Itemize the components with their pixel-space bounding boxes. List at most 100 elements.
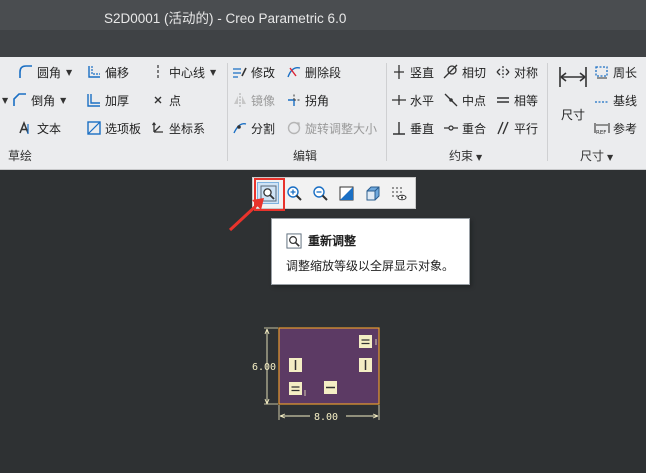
centerline-button[interactable]: 中心线 ▼ <box>150 62 216 82</box>
zoom-in-icon <box>286 185 302 201</box>
rotate-resize-button[interactable]: 旋转调整大小 <box>286 118 377 138</box>
dimension-dropdown-icon: ▼ <box>607 153 614 162</box>
height-dimension-text: 6.00 <box>252 362 276 373</box>
perimeter-icon <box>594 64 610 80</box>
dimension-group-label-text: 尺寸 <box>580 149 605 163</box>
midpoint-constraint-button[interactable]: 中点 <box>443 90 486 110</box>
vertical-constraint-symbol-left[interactable] <box>289 358 302 372</box>
perpendicular-label: 垂直 <box>410 121 435 136</box>
constraint-group: 竖直 相切 对称 水平 中点 相等 垂直 重合 平行 约束 ▼ <box>387 57 547 170</box>
divide-label: 分割 <box>251 121 276 136</box>
offset-button[interactable]: 偏移 <box>86 62 129 82</box>
refit-tooltip: 重新调整 调整缩放等级以全屏显示对象。 <box>271 218 470 285</box>
modify-label: 修改 <box>251 65 276 80</box>
vertical-constraint-button[interactable]: 竖直 <box>391 62 434 82</box>
text-label: 文本 <box>37 121 62 136</box>
sketch-rectangle[interactable]: 6.00 8.00 <box>240 320 400 430</box>
chamfer-button[interactable]: ▼ 倒角 ▼ <box>2 90 66 110</box>
display-style-icon <box>366 186 379 200</box>
edit-group: 修改 删除段 镜像 拐角 分割 旋转调整大小 编辑 <box>228 57 386 170</box>
parallel-label: 平行 <box>514 121 539 136</box>
chamfer-dropdown-icon[interactable]: ▼ <box>60 96 66 105</box>
thicken-button[interactable]: 加厚 <box>86 90 129 110</box>
delete-segment-label: 删除段 <box>305 65 342 80</box>
offset-label: 偏移 <box>105 65 130 80</box>
fillet-button[interactable]: 圆角 ▼ <box>18 62 72 82</box>
thicken-icon <box>86 92 102 108</box>
ribbon-tab-strip <box>0 30 646 57</box>
equal-constraint-symbol[interactable] <box>359 335 372 348</box>
perimeter-button[interactable]: 周长 <box>594 62 637 82</box>
perimeter-label: 周长 <box>613 65 638 80</box>
symmetric-icon <box>495 64 511 80</box>
zoom-in-button[interactable] <box>283 182 305 204</box>
coord-sys-button[interactable]: 坐标系 <box>150 118 205 138</box>
divide-button[interactable]: 分割 <box>232 118 275 138</box>
centerline-icon <box>150 64 166 80</box>
equal-label: 相等 <box>514 93 539 108</box>
dimension-button[interactable]: 尺寸 <box>552 63 592 123</box>
rotate-resize-label: 旋转调整大小 <box>305 121 378 136</box>
constraint-group-label-text: 约束 <box>449 149 474 163</box>
symmetric-constraint-button[interactable]: 对称 <box>495 62 538 82</box>
perpendicular-icon <box>391 120 407 136</box>
corner-button[interactable]: 拐角 <box>286 90 329 110</box>
tangent-icon <box>443 64 459 80</box>
constraint-group-label[interactable]: 约束 ▼ <box>449 147 482 164</box>
palette-button[interactable]: 选项板 <box>86 118 141 138</box>
equal-constraint-button[interactable]: 相等 <box>495 90 538 110</box>
dimension-label: 尺寸 <box>561 108 586 122</box>
dimension-group-label[interactable]: 尺寸 ▼ <box>580 147 613 164</box>
mirror-label: 镜像 <box>251 93 276 108</box>
width-dimension[interactable]: 8.00 <box>278 405 380 423</box>
point-button[interactable]: 点 <box>150 90 181 110</box>
tooltip-title: 重新调整 <box>286 232 356 249</box>
tangent-label: 相切 <box>462 65 487 80</box>
parallel-constraint-button[interactable]: 平行 <box>495 118 538 138</box>
sketcher-display-button[interactable] <box>387 182 409 204</box>
reference-button[interactable]: REF 参考 <box>594 118 637 138</box>
repaint-icon <box>339 186 353 200</box>
perpendicular-constraint-button[interactable]: 垂直 <box>391 118 434 138</box>
horizontal-icon <box>391 92 407 108</box>
sketch-group-label: 草绘 <box>8 149 33 163</box>
corner-label: 拐角 <box>305 93 330 108</box>
delete-segment-button[interactable]: 删除段 <box>286 62 341 82</box>
vertical-icon <box>391 64 407 80</box>
midpoint-icon <box>443 92 459 108</box>
height-dimension[interactable]: 6.00 <box>252 327 278 405</box>
sketch-group: 圆角 ▼ 偏移 中心线 ▼ ▼ 倒角 ▼ 加厚 点 文本 选项板 坐标系 草绘 <box>0 57 227 170</box>
fillet-dropdown-icon[interactable]: ▼ <box>66 68 72 77</box>
zoom-out-icon <box>312 185 328 201</box>
text-button[interactable]: 文本 <box>18 118 61 138</box>
corner-icon <box>286 92 302 108</box>
vertical-label: 竖直 <box>410 65 435 80</box>
baseline-button[interactable]: 基线 <box>594 90 637 110</box>
coord-sys-label: 坐标系 <box>169 121 206 136</box>
tangent-constraint-button[interactable]: 相切 <box>443 62 486 82</box>
modify-button[interactable]: 修改 <box>232 62 275 82</box>
repaint-button[interactable] <box>335 182 357 204</box>
svg-text:REF: REF <box>596 130 606 136</box>
fillet-icon <box>18 64 34 80</box>
text-icon <box>18 120 34 136</box>
title-bar: S2D0001 (活动的) - Creo Parametric 6.0 <box>0 0 646 30</box>
centerline-dropdown-icon[interactable]: ▼ <box>210 68 216 77</box>
coincident-constraint-button[interactable]: 重合 <box>443 118 486 138</box>
left-dropdown-icon[interactable]: ▼ <box>2 96 8 105</box>
horizontal-constraint-symbol[interactable] <box>324 381 337 394</box>
display-style-button[interactable] <box>361 182 383 204</box>
vertical-constraint-symbol[interactable] <box>359 358 372 372</box>
offset-icon <box>86 64 102 80</box>
zoom-out-button[interactable] <box>309 182 331 204</box>
coincident-label: 重合 <box>462 121 487 136</box>
point-icon <box>150 92 166 108</box>
mirror-button[interactable]: 镜像 <box>232 90 275 110</box>
point-label: 点 <box>169 93 182 108</box>
refit-icon <box>286 232 302 249</box>
reference-label: 参考 <box>613 121 638 136</box>
width-dimension-text: 8.00 <box>314 412 338 423</box>
centerline-label: 中心线 <box>169 65 206 80</box>
horizontal-constraint-button[interactable]: 水平 <box>391 90 434 110</box>
equal-constraint-symbol-bottom[interactable] <box>289 382 302 395</box>
